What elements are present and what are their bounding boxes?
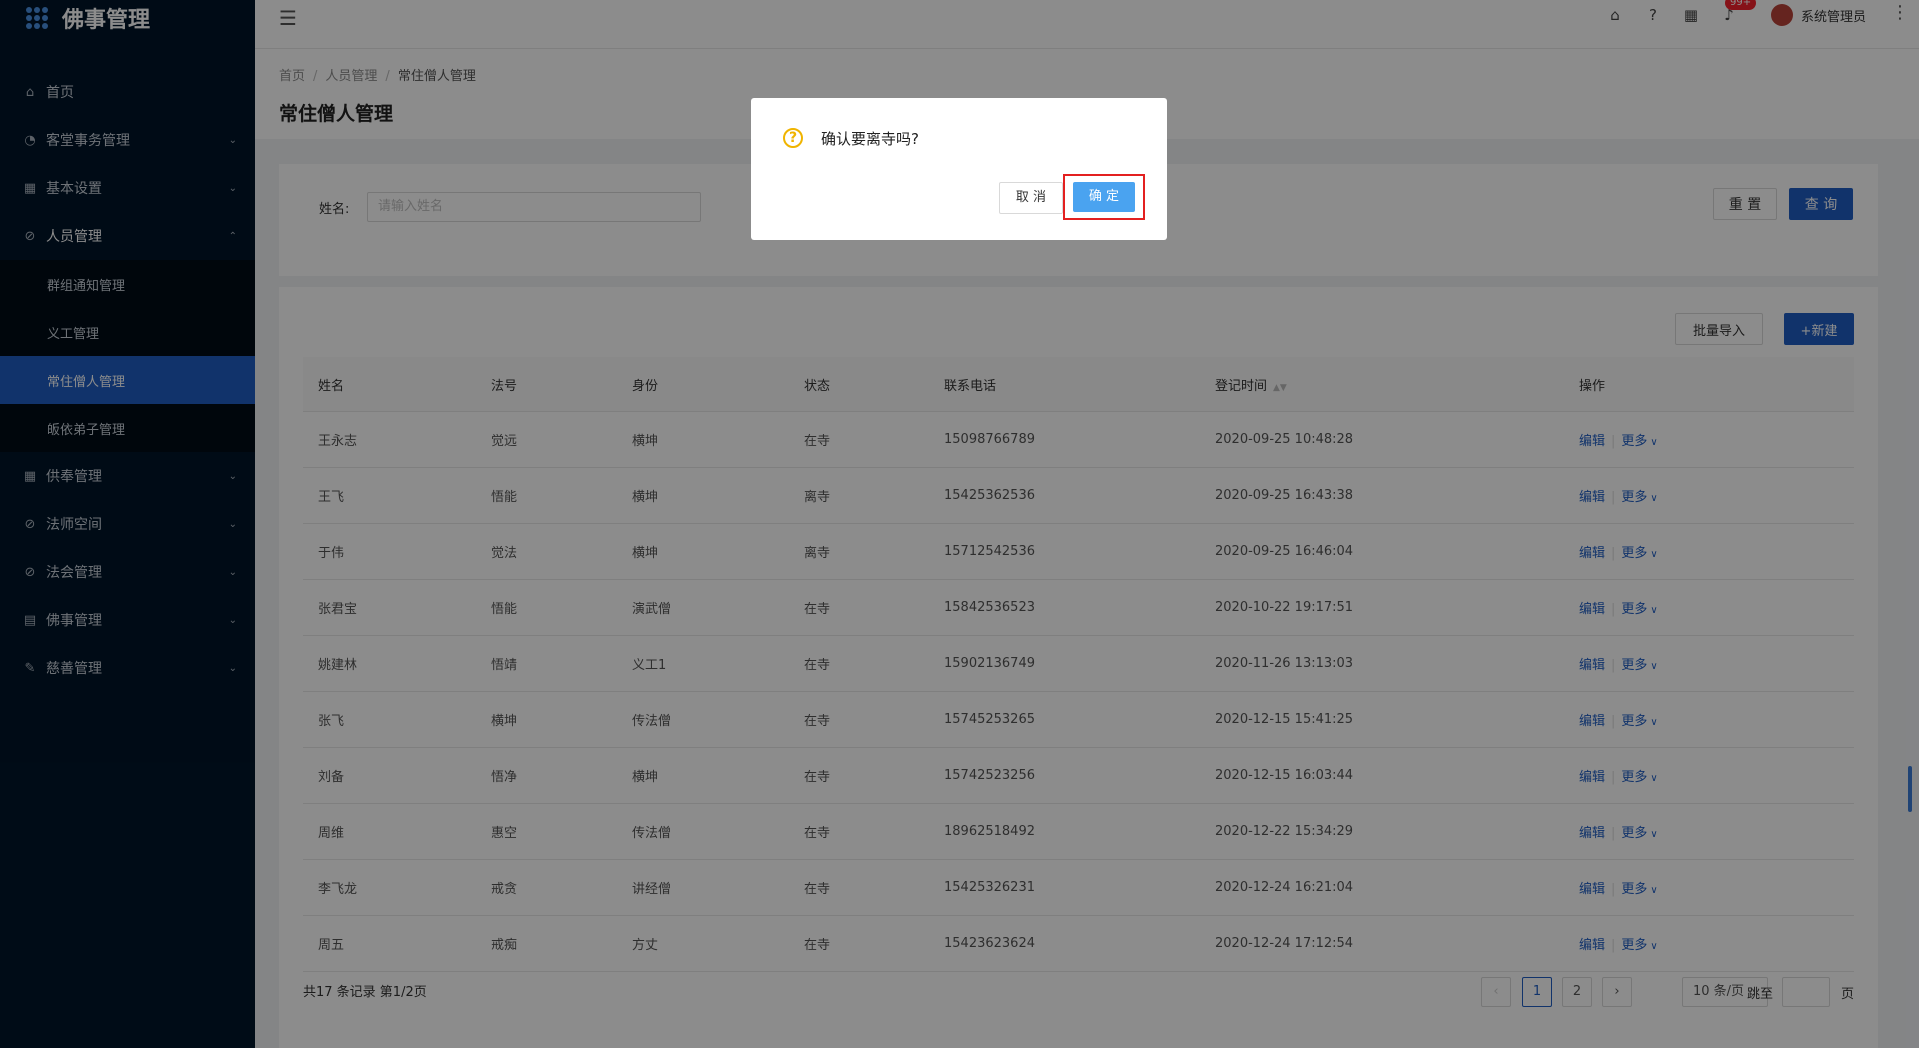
ok-button[interactable]: 确 定 [1073, 182, 1135, 212]
ok-button-highlight: 确 定 [1063, 174, 1145, 220]
cancel-button[interactable]: 取 消 [999, 182, 1063, 214]
confirm-dialog: ? 确认要离寺吗? 取 消 确 定 [751, 98, 1167, 240]
question-icon: ? [783, 128, 803, 148]
confirm-message: 确认要离寺吗? [821, 130, 919, 148]
